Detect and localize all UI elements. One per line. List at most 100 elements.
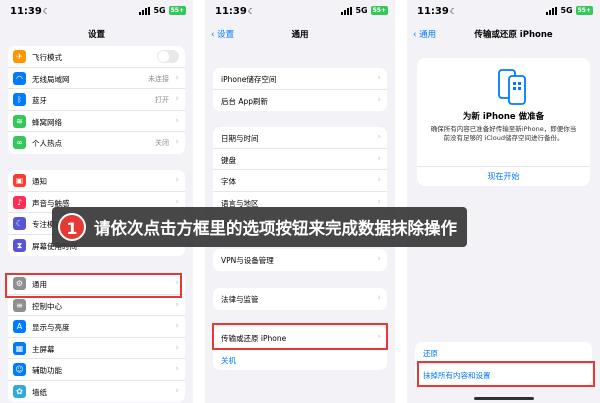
status-time: 11:39: [215, 6, 247, 17]
settings-group-1: ✈ 飞行模式 ◠ 无线局域网 未连接 › ᛒ 蓝牙 打开 › ≋ 蜂窝网络 › ∞ 个人热点 关闭 ›: [8, 46, 185, 154]
settings-row-label: 控制中心: [32, 301, 62, 311]
chevron-right-icon: ›: [377, 196, 381, 207]
status-bar: 11:39☾ 5G 55+: [0, 0, 193, 24]
status-time: 11:39: [417, 6, 449, 17]
general-row[interactable]: iPhone储存空间 ›: [213, 68, 387, 90]
chevron-right-icon: ›: [175, 137, 179, 147]
accessibility-icon: ☺: [13, 363, 26, 376]
settings-row[interactable]: ᛒ 蓝牙 打开 ›: [8, 89, 185, 111]
general-group-1: iPhone储存空间 › 后台 App刷新 ›: [213, 68, 387, 111]
status-bar: 11:39☾ 5G 55+: [407, 0, 600, 24]
settings-row[interactable]: ▦ 主屏幕 ›: [8, 338, 185, 359]
battery-badge: 55+: [370, 6, 388, 15]
chevron-right-icon: ›: [377, 73, 381, 83]
settings-row[interactable]: ▣ 通知 ›: [8, 170, 185, 192]
page-title: 传输或还原 iPhone: [474, 30, 553, 40]
wallpaper-icon: ✿: [13, 384, 26, 398]
status-time: 11:39: [10, 6, 42, 17]
settings-row[interactable]: ✿ 墙纸 ›: [8, 381, 185, 403]
instruction-callout: 1 请依次点击方框里的选项按钮来完成数据抹除操作: [52, 207, 467, 247]
instruction-text: 请依次点击方框里的选项按钮来完成数据抹除操作: [94, 219, 457, 238]
battery-badge: 55+: [575, 6, 593, 15]
signal-icon: [341, 6, 353, 15]
home-indicator: [473, 397, 534, 400]
settings-row-label: 个人热点: [32, 139, 62, 148]
general-group-4: 法律与监管 ›: [213, 288, 387, 310]
settings-row-label: 辅助功能: [32, 366, 62, 375]
general-row-label: 键盘: [221, 155, 236, 165]
moon-icon: ☾: [247, 7, 256, 16]
general-row-label: iPhone储存空间: [221, 75, 277, 84]
sound-icon: ♪: [13, 195, 26, 209]
general-row-label: VPN与设备管理: [221, 256, 274, 265]
general-row-label: 法律与监管: [221, 295, 259, 304]
battery-badge: 55+: [168, 6, 186, 15]
display-icon: A: [13, 320, 26, 333]
highlight-general: [5, 273, 182, 298]
chevron-right-icon: ›: [377, 293, 381, 303]
chevron-right-icon: ›: [377, 94, 381, 105]
chevron-right-icon: ›: [175, 72, 179, 83]
card-description: 确保所有内容已准备好传输至新iPhone，即便你当前没有足够的 iCloud储存…: [430, 125, 577, 142]
general-row[interactable]: 后台 App刷新 ›: [213, 90, 387, 112]
chevron-right-icon: ›: [175, 342, 179, 353]
settings-screen: 11:39☾ 5G 55+ 设置 ✈ 飞行模式 ◠ 无线局域网 未连接 › ᛒ 蓝牙 打开 › ≋ 蜂…: [0, 0, 193, 403]
general-group-3: VPN与设备管理 ›: [213, 249, 387, 271]
chevron-right-icon: ›: [377, 175, 381, 185]
network-label: 5G: [355, 6, 368, 15]
settings-row[interactable]: ✈ 飞行模式: [8, 46, 185, 68]
card-title: 为新 iPhone 做准备: [462, 112, 545, 122]
settings-row-label: 蓝牙: [32, 96, 47, 105]
general-row[interactable]: 日期与时间 ›: [213, 127, 387, 149]
airplane-icon: ✈: [13, 50, 26, 63]
chevron-right-icon: ›: [175, 385, 179, 396]
two-phones-icon: [498, 69, 526, 105]
highlight-transfer-reset: [212, 323, 388, 350]
settings-row[interactable]: ≋ 蜂窝网络 ›: [8, 111, 185, 132]
page-title: 通用: [291, 30, 309, 40]
settings-row-label: 墙纸: [32, 387, 47, 397]
settings-row-value: 未连接: [148, 74, 169, 83]
chevron-right-icon: ›: [377, 153, 381, 164]
signal-icon: [139, 6, 151, 15]
nav-bar: ‹ 通用 传输或还原 iPhone: [407, 24, 600, 44]
shutdown-button[interactable]: 关机: [213, 349, 387, 371]
nav-bar: ‹ 设置 通用: [205, 24, 395, 44]
focus-icon: ☾: [13, 217, 26, 230]
control-center-icon: ≡: [13, 298, 26, 312]
chevron-right-icon: ›: [377, 254, 381, 264]
settings-row-value: 关闭: [155, 139, 169, 147]
general-row[interactable]: VPN与设备管理 ›: [213, 249, 387, 271]
chevron-right-icon: ›: [175, 175, 179, 185]
chevron-right-icon: ›: [175, 364, 179, 374]
settings-row-label: 显示与亮度: [32, 323, 70, 332]
general-row-label: 后台 App刷新: [221, 96, 269, 106]
settings-row-label: 主屏幕: [32, 344, 55, 354]
general-row[interactable]: 字体 ›: [213, 170, 387, 192]
hotspot-icon: ∞: [13, 136, 26, 149]
chevron-right-icon: ›: [175, 115, 179, 126]
settings-row[interactable]: ☺ 辅助功能 ›: [8, 359, 185, 381]
settings-row[interactable]: A 显示与亮度 ›: [8, 316, 185, 338]
step-number-badge: 1: [58, 213, 86, 241]
signal-icon: [546, 6, 558, 15]
general-row[interactable]: 法律与监管 ›: [213, 288, 387, 310]
settings-row-label: 飞行模式: [32, 53, 62, 62]
bluetooth-icon: ᛒ: [13, 93, 26, 106]
notification-icon: ▣: [13, 174, 26, 187]
settings-row-value: 打开: [155, 96, 169, 104]
airplane-mode-toggle[interactable]: [157, 50, 179, 63]
page-title: 设置: [87, 30, 105, 40]
settings-row[interactable]: ◠ 无线局域网 未连接 ›: [8, 68, 185, 89]
settings-row[interactable]: ∞ 个人热点 关闭 ›: [8, 132, 185, 154]
status-bar: 11:39☾ 5G 55+: [205, 0, 395, 24]
general-row-label: 关机: [221, 355, 236, 365]
nav-bar: 设置: [0, 24, 193, 44]
chevron-right-icon: ›: [175, 321, 179, 331]
get-started-button[interactable]: 现在开始: [417, 166, 590, 182]
settings-row-label: 无线局域网: [32, 74, 70, 84]
chevron-right-icon: ›: [175, 94, 179, 104]
screen-time-icon: ⧗: [13, 238, 26, 252]
general-row[interactable]: 键盘 ›: [213, 149, 387, 170]
general-screen: 11:39☾ 5G 55+ ‹ 设置 通用 iPhone储存空间 › 后台 App刷…: [205, 0, 395, 403]
